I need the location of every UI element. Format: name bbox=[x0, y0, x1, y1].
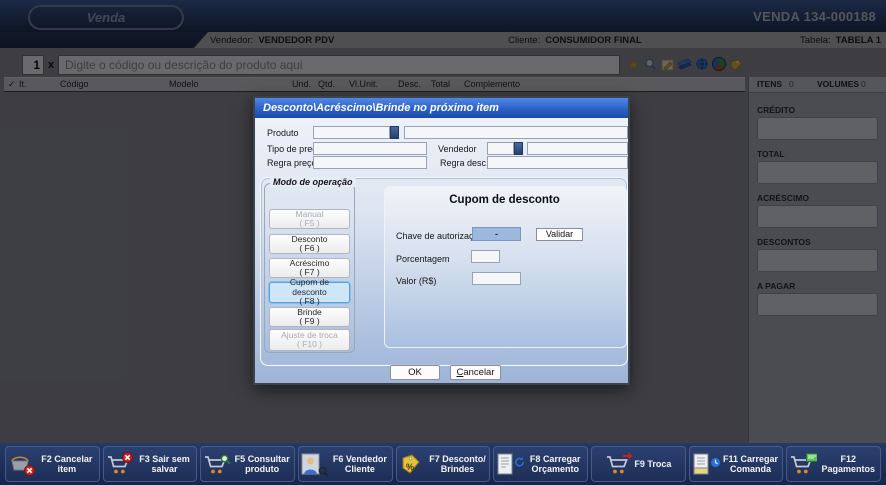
regra-desc-label: Regra desc. bbox=[440, 158, 489, 168]
validar-button[interactable]: Validar bbox=[536, 228, 583, 241]
pos-sale-screen: Venda VENDA 134-000188 Vendedor:VENDEDOR… bbox=[0, 0, 886, 485]
f7-desconto-brindes-button[interactable]: % F7 Desconto/ Brindes bbox=[396, 446, 491, 482]
tag-percent-icon: % bbox=[399, 453, 424, 476]
modo-operacao-group-label: Modo de operação bbox=[270, 177, 356, 187]
button-text: F6 Vendedor Cliente bbox=[330, 454, 390, 474]
produto-lookup-button[interactable] bbox=[390, 126, 399, 139]
vendedor-lookup-button[interactable] bbox=[514, 142, 523, 155]
mode-manual-button: Manual( F5 ) bbox=[269, 209, 350, 229]
f9-troca-button[interactable]: F9 Troca bbox=[591, 446, 686, 482]
basket-cancel-icon bbox=[8, 453, 33, 476]
dialog-title: Desconto\Acréscimo\Brinde no próximo ite… bbox=[255, 98, 628, 118]
f11-carregar-comanda-button[interactable]: F11 Carregar Comanda bbox=[689, 446, 784, 482]
mode-key: ( F6 ) bbox=[276, 244, 343, 254]
discount-dialog: Desconto\Acréscimo\Brinde no próximo ite… bbox=[253, 96, 630, 385]
porcentagem-input[interactable] bbox=[471, 250, 500, 263]
f2-cancelar-item-button[interactable]: F2 Cancelar item bbox=[5, 446, 100, 482]
mode-key: ( F8 ) bbox=[276, 297, 343, 307]
cart-exchange-icon bbox=[605, 453, 630, 476]
produto-desc-input[interactable] bbox=[404, 126, 628, 139]
mode-key: ( F9 ) bbox=[276, 317, 343, 327]
cart-payment-icon bbox=[789, 453, 814, 476]
vendedor-field-label: Vendedor bbox=[438, 144, 477, 154]
vendedor-code-input[interactable] bbox=[487, 142, 514, 155]
f6-vendedor-cliente-button[interactable]: F6 Vendedor Cliente bbox=[298, 446, 393, 482]
produto-label: Produto bbox=[267, 128, 299, 138]
valor-label: Valor (R$) bbox=[396, 276, 436, 286]
chave-autorizacao-input[interactable] bbox=[472, 227, 521, 241]
regra-preco-input[interactable] bbox=[313, 156, 427, 169]
button-text: F2 Cancelar item bbox=[37, 454, 97, 474]
button-text: F11 Carregar Comanda bbox=[721, 454, 781, 474]
mode-key: ( F5 ) bbox=[276, 219, 343, 229]
cart-cancel-icon bbox=[106, 453, 131, 476]
document-clock-icon bbox=[692, 453, 717, 476]
button-text: F5 Consultar produto bbox=[232, 454, 292, 474]
button-text: F12 Pagamentos bbox=[818, 454, 878, 474]
regra-preco-label: Regra preço bbox=[267, 158, 317, 168]
f12-pagamentos-button[interactable]: F12 Pagamentos bbox=[786, 446, 881, 482]
mode-brinde-button[interactable]: Brinde( F9 ) bbox=[269, 307, 350, 327]
ok-button[interactable]: OK bbox=[390, 365, 440, 380]
cancel-button[interactable]: Cancelar bbox=[450, 365, 501, 380]
mode-key: ( F10 ) bbox=[276, 340, 343, 350]
button-text: F7 Desconto/ Brindes bbox=[428, 454, 488, 474]
f8-carregar-orcamento-button[interactable]: F8 Carregar Orçamento bbox=[493, 446, 588, 482]
document-refresh-icon bbox=[496, 453, 521, 476]
vendedor-name-input[interactable] bbox=[527, 142, 628, 155]
produto-code-input[interactable] bbox=[313, 126, 390, 139]
chave-autorizacao-label: Chave de autorização bbox=[396, 231, 484, 241]
mode-label: Cupom de desconto bbox=[276, 278, 343, 297]
svg-text:%: % bbox=[406, 462, 414, 472]
button-text: F3 Sair sem salvar bbox=[135, 454, 195, 474]
tipo-preco-input[interactable] bbox=[313, 142, 427, 155]
function-key-toolbar: F2 Cancelar item F3 Sair sem salvar F5 C… bbox=[0, 443, 886, 485]
f3-sair-sem-salvar-button[interactable]: F3 Sair sem salvar bbox=[103, 446, 198, 482]
cupom-panel bbox=[384, 186, 627, 348]
mode-cupom-button[interactable]: Cupom de desconto( F8 ) bbox=[269, 282, 350, 303]
mode-desconto-button[interactable]: Desconto( F6 ) bbox=[269, 234, 350, 254]
mode-key: ( F7 ) bbox=[276, 268, 343, 278]
valor-input[interactable] bbox=[472, 272, 521, 285]
cupom-heading: Cupom de desconto bbox=[384, 194, 625, 206]
f5-consultar-produto-button[interactable]: F5 Consultar produto bbox=[200, 446, 295, 482]
dialog-body: Produto Tipo de preço Vendedor Regra pre… bbox=[255, 118, 628, 383]
button-text: F9 Troca bbox=[634, 459, 671, 469]
porcentagem-label: Porcentagem bbox=[396, 254, 450, 264]
mode-acrescimo-button[interactable]: Acréscimo( F7 ) bbox=[269, 258, 350, 278]
regra-desc-input[interactable] bbox=[487, 156, 628, 169]
cart-search-icon bbox=[203, 453, 228, 476]
mode-ajuste-troca-button: Ajuste de troca( F10 ) bbox=[269, 329, 350, 351]
button-text: F8 Carregar Orçamento bbox=[525, 454, 585, 474]
person-search-icon bbox=[301, 453, 326, 476]
